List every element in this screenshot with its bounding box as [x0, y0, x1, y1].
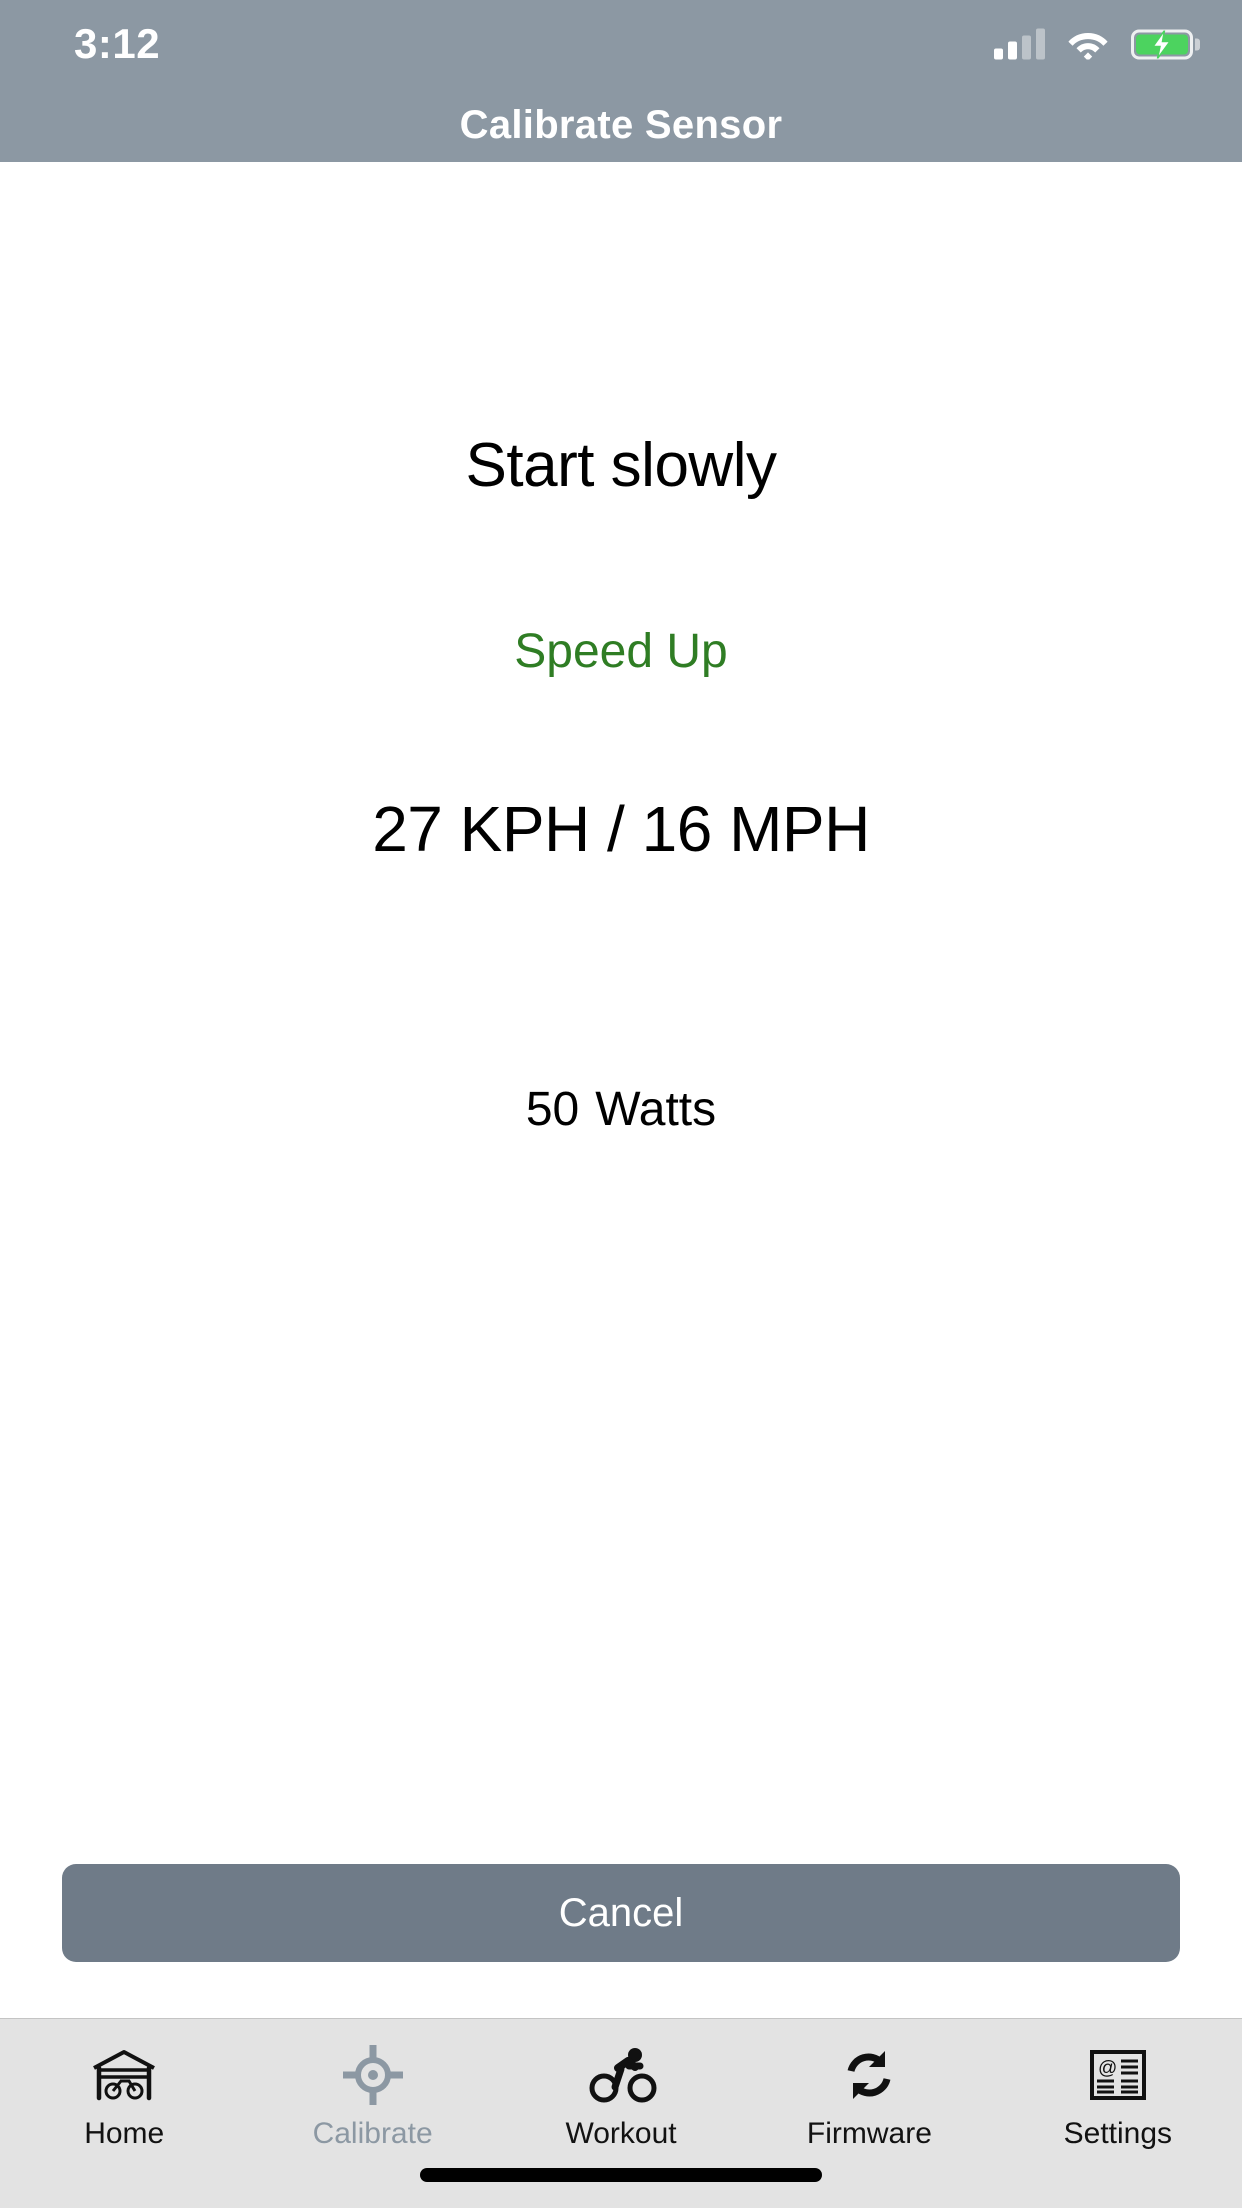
- tab-label: Firmware: [806, 2117, 932, 2150]
- crosshair-icon: [342, 2041, 403, 2109]
- power-value: 50: [525, 1083, 580, 1136]
- tab-workout[interactable]: Workout: [497, 2041, 745, 2151]
- tab-firmware[interactable]: Firmware: [745, 2041, 993, 2151]
- cellular-signal-icon: [994, 28, 1045, 59]
- instruction-text: Start slowly: [465, 431, 777, 500]
- power-readout: 50 Watts: [0, 1082, 1242, 1137]
- cancel-button[interactable]: Cancel: [62, 1864, 1180, 1962]
- page-title: Calibrate Sensor: [459, 102, 783, 147]
- main-content: Start slowly Speed Up 27 KPH / 16 MPH 50…: [0, 162, 1242, 2018]
- garage-bike-icon: [90, 2041, 158, 2109]
- wifi-icon: [1067, 29, 1109, 61]
- battery-charging-icon: [1131, 29, 1200, 59]
- tab-label: Home: [84, 2117, 165, 2150]
- speed-readout: 27 KPH / 16 MPH: [372, 793, 870, 865]
- speed-cue-text: Speed Up: [514, 625, 728, 678]
- tab-label: Calibrate: [312, 2117, 433, 2150]
- tab-label: Workout: [565, 2117, 677, 2150]
- nav-header: Calibrate Sensor: [0, 88, 1242, 162]
- cancel-button-container: Cancel: [0, 1864, 1242, 1962]
- power-unit: Watts: [595, 1083, 717, 1136]
- status-bar-time: 3:12: [74, 20, 161, 67]
- svg-text:@: @: [1098, 2058, 1117, 2079]
- status-bar-indicators: [994, 28, 1200, 61]
- tab-calibrate[interactable]: Calibrate: [248, 2041, 496, 2151]
- tab-settings[interactable]: @ Settings: [994, 2041, 1242, 2151]
- status-bar: 3:12: [0, 0, 1242, 88]
- tab-home[interactable]: Home: [0, 2041, 248, 2151]
- document-at-icon: @: [1088, 2041, 1148, 2109]
- cyclist-icon: [585, 2041, 657, 2109]
- home-indicator[interactable]: [420, 2168, 822, 2182]
- app-screen: 3:12 Calibrate Sensor Start slowly Speed…: [0, 0, 1242, 2208]
- tab-label: Settings: [1063, 2117, 1173, 2150]
- sync-refresh-icon: [841, 2041, 897, 2109]
